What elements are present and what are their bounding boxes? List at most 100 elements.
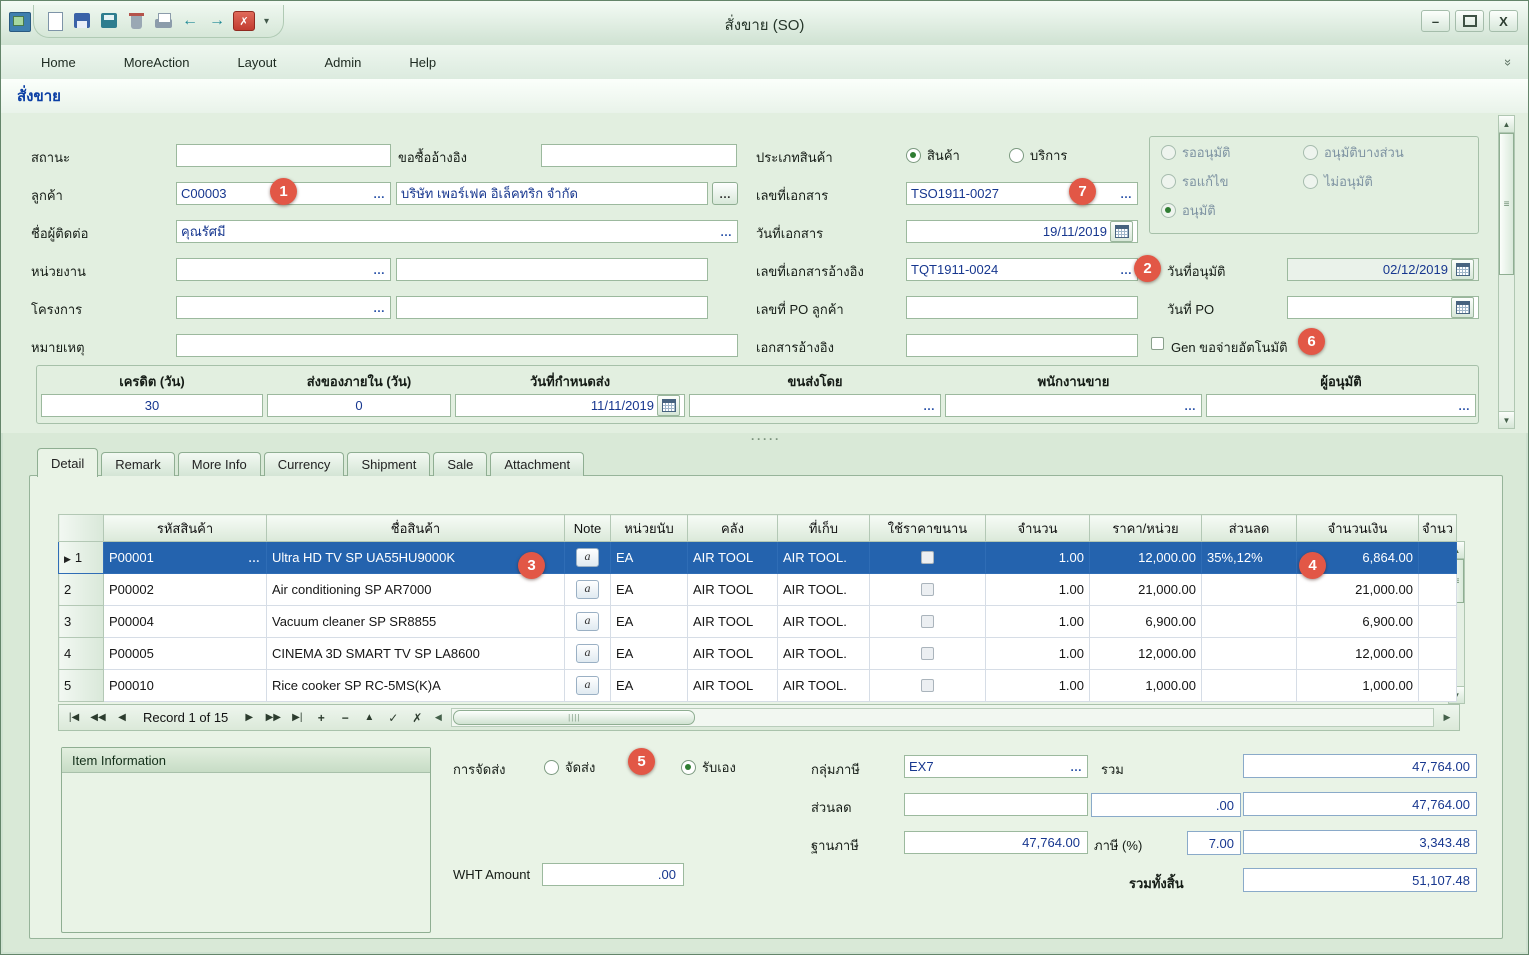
cell-code[interactable]: P00010 (104, 670, 267, 702)
cell-price[interactable]: 21,000.00 (1090, 574, 1202, 606)
cell-code[interactable]: P00005 (104, 638, 267, 670)
collapse-ribbon-icon[interactable]: » (1501, 58, 1516, 65)
menu-layout[interactable]: Layout (235, 51, 278, 74)
col-unit-price[interactable]: ราคา/หน่วย (1090, 515, 1202, 542)
note-button[interactable]: a (576, 644, 599, 663)
col-amount[interactable]: จำนวนเงิน (1297, 515, 1419, 542)
cell-code[interactable]: P00004 (104, 606, 267, 638)
tab-detail[interactable]: Detail (37, 448, 98, 477)
cell-name[interactable]: Vacuum cleaner SP SR8855 (267, 606, 565, 638)
cell-warehouse[interactable]: AIR TOOL (688, 574, 778, 606)
hscroll-right-icon[interactable]: ▶ (1438, 708, 1456, 727)
transport-field[interactable]: … (689, 394, 941, 417)
customer-name-field[interactable]: บริษัท เพอร์เฟค อิเล็คทริก จำกัด (396, 182, 708, 205)
menu-home[interactable]: Home (39, 51, 78, 74)
tab-more-info[interactable]: More Info (178, 452, 261, 476)
col-location[interactable]: ที่เก็บ (778, 515, 870, 542)
note-button[interactable]: a (576, 548, 599, 567)
cell-amount[interactable]: 12,000.00 (1297, 638, 1419, 670)
nav-edit-button[interactable]: ▲ (357, 707, 381, 728)
table-row[interactable]: 2 P00002 Air conditioning SP AR7000 a EA… (59, 574, 1457, 606)
cell-qty[interactable]: 1.00 (986, 638, 1090, 670)
purchase-ref-field[interactable] (541, 144, 737, 167)
discount-field[interactable] (904, 793, 1088, 816)
status-field[interactable] (176, 144, 391, 167)
tab-shipment[interactable]: Shipment (347, 452, 430, 476)
nav-post-button[interactable]: ✓ (381, 707, 405, 728)
cell-discount[interactable] (1202, 606, 1297, 638)
contact-field[interactable]: คุณรัศมี … (176, 220, 738, 243)
approver-lookup-icon[interactable]: … (1454, 399, 1471, 413)
cell-location[interactable]: AIR TOOL. (778, 574, 870, 606)
note-button[interactable]: a (576, 580, 599, 599)
approval-revise-radio[interactable]: รอแก้ไข (1161, 171, 1228, 192)
department-name-field[interactable] (396, 258, 708, 281)
doc-date-calendar-button[interactable] (1110, 221, 1133, 242)
note-button[interactable]: a (576, 612, 599, 631)
tab-currency[interactable]: Currency (264, 452, 345, 476)
product-type-goods-radio[interactable]: สินค้า (906, 145, 960, 166)
approval-partial-radio[interactable]: อนุมัติบางส่วน (1303, 142, 1404, 163)
approval-waiting-radio[interactable]: รออนุมัติ (1161, 142, 1231, 163)
tax-group-field[interactable]: EX7 … (904, 755, 1088, 778)
credit-field[interactable]: 30 (41, 394, 263, 417)
shipping-deliver-radio[interactable]: จัดส่ง (544, 757, 595, 778)
project-field[interactable]: … (176, 296, 391, 319)
nav-prev-page-button[interactable]: ◀◀ (86, 707, 110, 728)
cell-qty[interactable]: 1.00 (986, 542, 1090, 574)
doc-date-field[interactable]: 19/11/2019 (906, 220, 1138, 243)
note-field[interactable] (176, 334, 738, 357)
department-field[interactable]: … (176, 258, 391, 281)
col-discount[interactable]: ส่วนลด (1202, 515, 1297, 542)
col-product-name[interactable]: ชื่อสินค้า (267, 515, 565, 542)
cell-amount[interactable]: 1,000.00 (1297, 670, 1419, 702)
customer-po-field[interactable] (906, 296, 1138, 319)
cell-amount[interactable]: 6,900.00 (1297, 606, 1419, 638)
tab-attachment[interactable]: Attachment (490, 452, 584, 476)
hscrollbar-thumb[interactable]: |||| (453, 710, 695, 725)
cell-qty[interactable]: 1.00 (986, 670, 1090, 702)
doc-no-field[interactable]: TSO1911-0027 … (906, 182, 1138, 205)
cell-code[interactable]: P00002 (104, 574, 267, 606)
cell-warehouse[interactable]: AIR TOOL (688, 638, 778, 670)
nav-next-page-button[interactable]: ▶▶ (261, 707, 285, 728)
tax-group-lookup-icon[interactable]: … (1066, 760, 1083, 774)
ref-doc-no-field[interactable]: TQT1911-0024 … (906, 258, 1138, 281)
scrollbar-thumb[interactable]: ≡ (1499, 133, 1514, 275)
parallel-price-checkbox[interactable] (921, 583, 934, 596)
cell-price[interactable]: 6,900.00 (1090, 606, 1202, 638)
sale-person-field[interactable]: … (945, 394, 1202, 417)
cell-unit[interactable]: EA (611, 574, 688, 606)
col-unit[interactable]: หน่วยนับ (611, 515, 688, 542)
form-scrollbar[interactable]: ▲ ≡ ▼ (1498, 115, 1515, 429)
table-row[interactable]: ▶1 P00001… Ultra HD TV SP UA55HU9000K a … (59, 542, 1457, 574)
approval-approved-radio[interactable]: อนุมัติ (1161, 200, 1216, 221)
cell-discount[interactable] (1202, 638, 1297, 670)
cell-qty[interactable]: 1.00 (986, 574, 1090, 606)
due-date-field[interactable]: 11/11/2019 (455, 394, 685, 417)
col-partial[interactable]: จำนว (1419, 515, 1457, 542)
product-type-service-radio[interactable]: บริการ (1009, 145, 1067, 166)
cell-price[interactable]: 1,000.00 (1090, 670, 1202, 702)
table-row[interactable]: 3 P00004 Vacuum cleaner SP SR8855 a EA A… (59, 606, 1457, 638)
splitter-handle[interactable]: ····· (29, 432, 1503, 445)
project-name-field[interactable] (396, 296, 708, 319)
approval-rejected-radio[interactable]: ไม่อนุมัติ (1303, 171, 1373, 192)
col-note[interactable]: Note (565, 515, 611, 542)
doc-no-lookup-icon[interactable]: … (1116, 187, 1133, 201)
col-qty[interactable]: จำนวน (986, 515, 1090, 542)
nav-last-button[interactable]: ▶| (285, 707, 309, 728)
cell-name[interactable]: Air conditioning SP AR7000 (267, 574, 565, 606)
tax-pct-field[interactable]: 7.00 (1187, 831, 1241, 855)
menu-admin[interactable]: Admin (322, 51, 363, 74)
cell-code[interactable]: P00001… (104, 542, 267, 574)
cell-warehouse[interactable]: AIR TOOL (688, 606, 778, 638)
cell-location[interactable]: AIR TOOL. (778, 542, 870, 574)
table-row[interactable]: 4 P00005 CINEMA 3D SMART TV SP LA8600 a … (59, 638, 1457, 670)
customer-name-browse-button[interactable]: … (712, 182, 738, 205)
cell-location[interactable]: AIR TOOL. (778, 606, 870, 638)
tax-base-field[interactable]: 47,764.00 (904, 831, 1088, 854)
scroll-down-icon[interactable]: ▼ (1499, 411, 1514, 428)
note-button[interactable]: a (576, 676, 599, 695)
parallel-price-checkbox[interactable] (921, 679, 934, 692)
